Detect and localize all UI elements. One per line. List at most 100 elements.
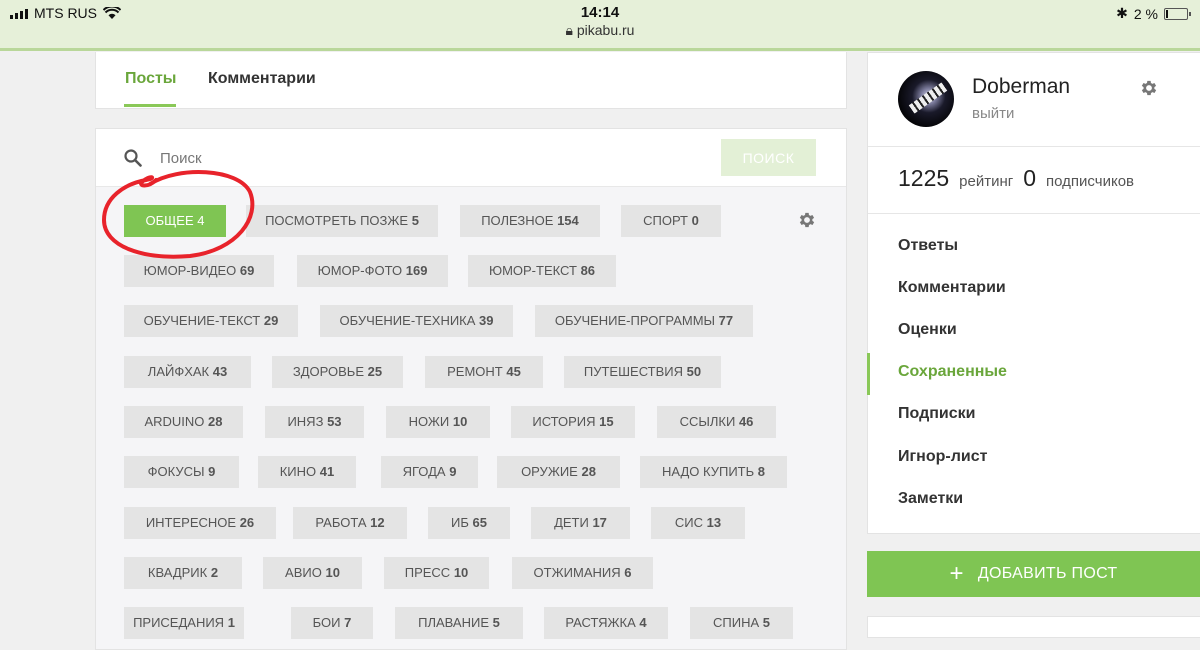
category-name: ОБУЧЕНИЕ-ПРОГРАММЫ (554, 313, 716, 328)
category-name: РЕМОНТ (447, 364, 503, 379)
url-text: pikabu.ru (576, 22, 635, 38)
category-count: 4 (197, 213, 205, 228)
category-chip[interactable]: ИСТОРИЯ 15 (511, 406, 635, 438)
category-chip[interactable]: ПОЛЕЗНОЕ 154 (460, 205, 600, 237)
category-count: 2 (210, 565, 219, 580)
category-name: ФОКУСЫ (147, 464, 205, 479)
category-chip[interactable]: БОИ 7 (291, 607, 373, 639)
category-chip[interactable]: ИНЯЗ 53 (265, 406, 364, 438)
category-chip[interactable]: КИНО 41 (258, 456, 356, 488)
add-post-button[interactable]: + ДОБАВИТЬ ПОСТ (867, 551, 1200, 597)
category-count: 77 (718, 313, 734, 328)
clock: 14:14 (580, 4, 620, 21)
menu-item-comments[interactable]: Комментарии (898, 279, 1006, 297)
category-chip[interactable]: ЮМОР-ФОТО 169 (297, 255, 448, 287)
category-chip[interactable]: ЯГОДА 9 (381, 456, 478, 488)
category-count: 12 (370, 515, 385, 530)
tabs-panel: Посты Комментарии (95, 52, 847, 109)
category-name: ЯГОДА (402, 464, 446, 479)
add-post-label: ДОБАВИТЬ ПОСТ (977, 565, 1118, 582)
category-count: 41 (319, 464, 335, 479)
category-chip[interactable]: ФОКУСЫ 9 (124, 456, 239, 488)
sidebar-card (867, 616, 1200, 638)
active-menu-indicator (867, 353, 870, 395)
category-name: ПОЛЕЗНОЕ (481, 213, 554, 228)
category-name: ОБУЧЕНИЕ-ТЕХНИКА (339, 313, 476, 328)
category-chip[interactable]: ЛАЙФХАК 43 (124, 356, 251, 388)
categories-settings-gear-icon[interactable] (797, 210, 817, 230)
status-right: ✱ 2 % (1116, 5, 1191, 22)
category-count: 25 (367, 364, 383, 379)
category-chip[interactable]: РАБОТА 12 (293, 507, 407, 539)
category-chip[interactable]: КВАДРИК 2 (124, 557, 242, 589)
category-chip[interactable]: ОБЩЕЕ 4 (124, 205, 226, 237)
category-count: 8 (757, 464, 765, 479)
menu-item-notes[interactable]: Заметки (898, 490, 963, 508)
category-name: ИСТОРИЯ (532, 414, 596, 429)
category-chip[interactable]: НАДО КУПИТЬ 8 (640, 456, 787, 488)
tab-posts[interactable]: Посты (125, 70, 176, 88)
category-chip[interactable]: ИБ 65 (428, 507, 510, 539)
category-name: ARDUINO (144, 414, 205, 429)
category-chip[interactable]: РЕМОНТ 45 (425, 356, 543, 388)
category-count: 10 (453, 565, 469, 580)
profile-settings-gear-icon[interactable] (1139, 78, 1159, 98)
category-name: ЮМОР-ТЕКСТ (488, 263, 577, 278)
category-chip[interactable]: ЗДОРОВЬЕ 25 (272, 356, 403, 388)
category-chip[interactable]: ЮМОР-ВИДЕО 69 (124, 255, 274, 287)
category-count: 10 (325, 565, 340, 580)
category-chip[interactable]: ОРУЖИЕ 28 (497, 456, 620, 488)
category-chip[interactable]: ЮМОР-ТЕКСТ 86 (468, 255, 616, 287)
category-chip[interactable]: НОЖИ 10 (386, 406, 490, 438)
address-bar[interactable]: 🔒︎ pikabu.ru (0, 22, 1200, 39)
category-name: НАДО КУПИТЬ (661, 464, 755, 479)
category-count: 9 (208, 464, 216, 479)
category-count: 28 (581, 464, 596, 479)
category-name: ОБЩЕЕ (145, 213, 194, 228)
category-chip[interactable]: ПЛАВАНИЕ 5 (395, 607, 523, 639)
category-chip[interactable]: ПРЕСС 10 (384, 557, 489, 589)
category-chip[interactable]: ПОСМОТРЕТЬ ПОЗЖЕ 5 (246, 205, 438, 237)
username[interactable]: Doberman (972, 75, 1070, 99)
menu-item-answers[interactable]: Ответы (898, 237, 958, 255)
menu-item-ratings[interactable]: Оценки (898, 321, 957, 339)
category-name: КВАДРИК (147, 565, 208, 580)
category-chip[interactable]: ПУТЕШЕСТВИЯ 50 (564, 356, 721, 388)
profile-stats: 1225 рейтинг 0 подписчиков (898, 165, 1134, 192)
category-chip[interactable]: АВИО 10 (263, 557, 362, 589)
category-count: 17 (592, 515, 607, 530)
avatar[interactable] (898, 71, 954, 127)
category-chip[interactable]: ДЕТИ 17 (531, 507, 630, 539)
category-name: ОТЖИМАНИЯ (533, 565, 621, 580)
category-count: 65 (472, 515, 487, 530)
menu-item-ignore-list[interactable]: Игнор-лист (898, 448, 987, 466)
menu-item-saved[interactable]: Сохраненные (898, 363, 1007, 381)
search-input[interactable] (158, 145, 682, 171)
category-chip[interactable]: СПИНА 5 (690, 607, 793, 639)
category-chip[interactable]: ОБУЧЕНИЕ-ТЕКСТ 29 (124, 305, 298, 337)
category-count: 69 (239, 263, 255, 278)
menu-item-subscriptions[interactable]: Подписки (898, 405, 975, 423)
tab-comments[interactable]: Комментарии (208, 70, 316, 88)
category-chip[interactable]: РАСТЯЖКА 4 (544, 607, 668, 639)
category-chip[interactable]: СИС 13 (651, 507, 745, 539)
logout-link[interactable]: выйти (972, 105, 1014, 122)
category-chip[interactable]: ОБУЧЕНИЕ-ТЕХНИКА 39 (320, 305, 513, 337)
category-count: 29 (263, 313, 279, 328)
profile-card: Doberman выйти 1225 рейтинг 0 подписчико… (867, 52, 1200, 534)
search-icon (124, 149, 142, 167)
status-bar: MTS RUS 14:14 🔒︎ pikabu.ru ✱ 2 % (0, 0, 1200, 51)
search-button[interactable]: ПОИСК (721, 139, 816, 176)
category-chip[interactable]: ОТЖИМАНИЯ 6 (512, 557, 653, 589)
category-chip[interactable]: ПРИСЕДАНИЯ 1 (124, 607, 244, 639)
category-chip[interactable]: ИНТЕРЕСНОЕ 26 (124, 507, 276, 539)
category-name: ЮМОР-ФОТО (317, 263, 403, 278)
category-chip[interactable]: ARDUINO 28 (124, 406, 243, 438)
category-count: 26 (239, 515, 255, 530)
category-count: 0 (691, 213, 699, 228)
category-chip[interactable]: ССЫЛКИ 46 (657, 406, 776, 438)
category-name: ИБ (451, 515, 469, 530)
category-chip[interactable]: СПОРТ 0 (621, 205, 721, 237)
category-count: 45 (506, 364, 521, 379)
category-chip[interactable]: ОБУЧЕНИЕ-ПРОГРАММЫ 77 (535, 305, 753, 337)
